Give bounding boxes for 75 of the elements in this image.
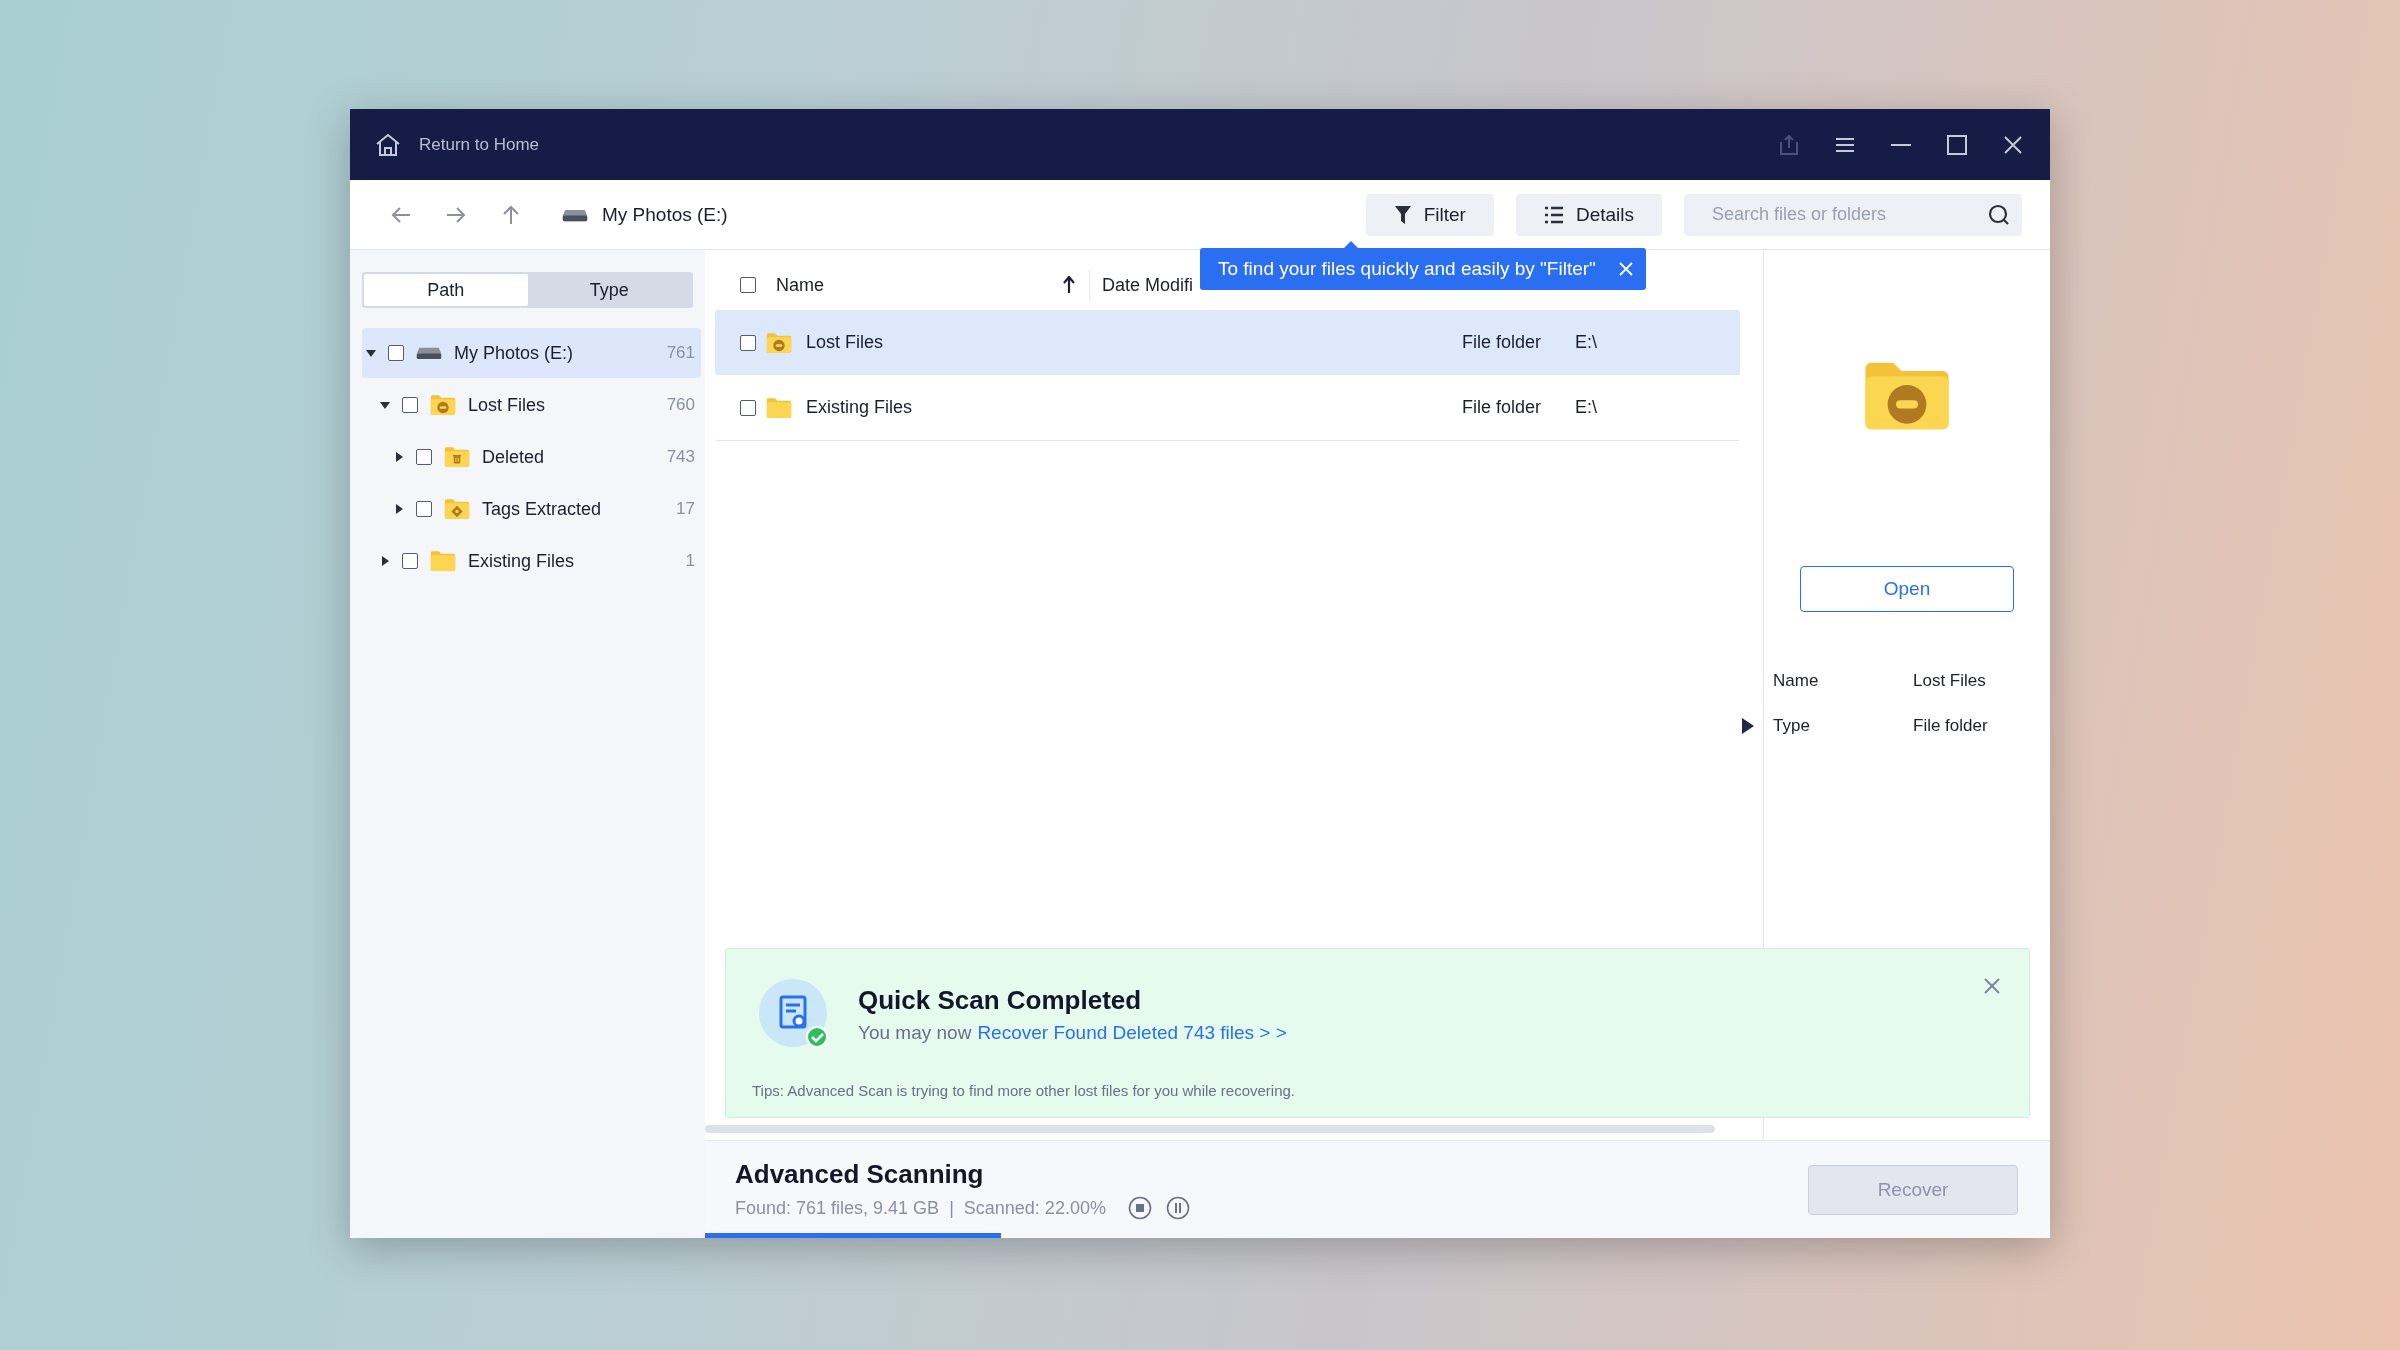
tree-label: Existing Files <box>468 550 576 572</box>
table-cell: E:\ <box>1575 397 1597 418</box>
checkbox[interactable] <box>740 399 756 416</box>
drive-icon <box>416 346 442 360</box>
table-cell-text: File folder <box>1462 332 1543 353</box>
caret-icon[interactable] <box>379 399 391 411</box>
file-row[interactable]: Existing Files File folder E:\ <box>715 375 1740 441</box>
item-count: 743 <box>666 447 695 467</box>
table-cell-text: Existing Files <box>806 397 914 418</box>
tree-label: Tags Extracted <box>482 498 603 520</box>
checkbox[interactable] <box>740 334 756 351</box>
tree-label: Deleted <box>482 446 546 468</box>
tree-item[interactable]: Deleted 743 <box>362 432 701 482</box>
detail-value: Lost Files <box>1913 670 1987 691</box>
search-icon <box>1988 203 2010 226</box>
folder-icon <box>444 498 470 520</box>
tree-label: My Photos (E:) <box>454 342 575 364</box>
table-cell-text: Lost Files <box>806 332 885 353</box>
search-field[interactable]: Search files or folders <box>1684 193 2022 236</box>
tree-item[interactable]: Existing Files 1 <box>362 536 701 586</box>
checkbox[interactable] <box>388 345 404 361</box>
scan-info: Found: 761 files, 9.41 GB | Scanned: 22.00% <box>735 1197 1106 1219</box>
checkbox[interactable] <box>416 501 432 517</box>
file-row[interactable]: Lost Files File folder E:\ <box>715 310 1740 375</box>
scrollbar[interactable] <box>705 1125 1715 1133</box>
folder-icon <box>1862 360 1952 432</box>
tooltip-text: To find your files quickly and easily by "Filter" <box>1218 258 1596 280</box>
stop-icon[interactable] <box>1127 1196 1152 1220</box>
item-count: 760 <box>666 395 695 415</box>
column-header[interactable]: Date Modifi <box>1102 274 1194 296</box>
home-icon <box>375 132 401 157</box>
toolbar-button[interactable]: Details <box>1515 193 1662 236</box>
folder-icon <box>766 396 792 419</box>
toolbar-button[interactable]: Filter <box>1365 193 1494 236</box>
banner-text: You may now <box>858 1021 972 1043</box>
caret-icon[interactable] <box>393 503 405 515</box>
list-icon <box>1543 205 1564 224</box>
maximize-icon[interactable] <box>1946 133 1968 156</box>
detail-label: Name <box>1773 670 1820 691</box>
checkbox[interactable] <box>416 449 432 465</box>
folder-icon <box>430 550 456 572</box>
folder-icon <box>430 394 456 416</box>
tab[interactable]: Type <box>527 274 691 306</box>
checkbox[interactable] <box>740 277 756 293</box>
tab[interactable]: Path <box>364 274 528 306</box>
folder-icon <box>766 331 792 354</box>
column-header[interactable]: Name <box>776 274 1063 296</box>
caret-icon[interactable] <box>365 347 377 359</box>
tree-label: Lost Files <box>468 394 547 416</box>
table-cell-text: File folder <box>1462 397 1543 418</box>
status-title: Advanced Scanning <box>735 1159 985 1190</box>
detail-value: File folder <box>1913 715 1989 736</box>
item-count: 17 <box>676 499 695 519</box>
recover-link[interactable]: Recover Found Deleted 743 files > > <box>977 1021 1287 1043</box>
location-label: My Photos (E:) <box>602 203 729 226</box>
banner-title: Quick Scan Completed <box>858 984 1143 1016</box>
open-button[interactable]: Open <box>1800 566 2014 612</box>
item-count: 761 <box>666 343 695 363</box>
checkbox[interactable] <box>402 553 418 569</box>
caret-icon[interactable] <box>393 451 405 463</box>
table-cell: E:\ <box>1575 332 1597 353</box>
funnel-icon <box>1393 204 1412 225</box>
folder-icon <box>444 446 470 468</box>
tree-item[interactable]: Tags Extracted 17 <box>362 484 701 534</box>
tips-text: Tips: Advanced Scan is trying to find more other lost files for you while recovering. <box>752 1082 1296 1099</box>
checkbox[interactable] <box>402 397 418 413</box>
close-icon[interactable] <box>2002 133 2024 156</box>
tree-item[interactable]: My Photos (E:) 761 <box>362 328 701 378</box>
tree-item[interactable]: Lost Files 760 <box>362 380 701 430</box>
document-check-icon <box>759 979 829 1049</box>
pause-icon[interactable] <box>1165 1196 1190 1220</box>
caret-icon[interactable] <box>379 555 391 567</box>
item-count: 1 <box>685 551 695 571</box>
detail-label: Type <box>1773 715 1811 736</box>
sort-arrow-icon <box>1063 276 1075 294</box>
